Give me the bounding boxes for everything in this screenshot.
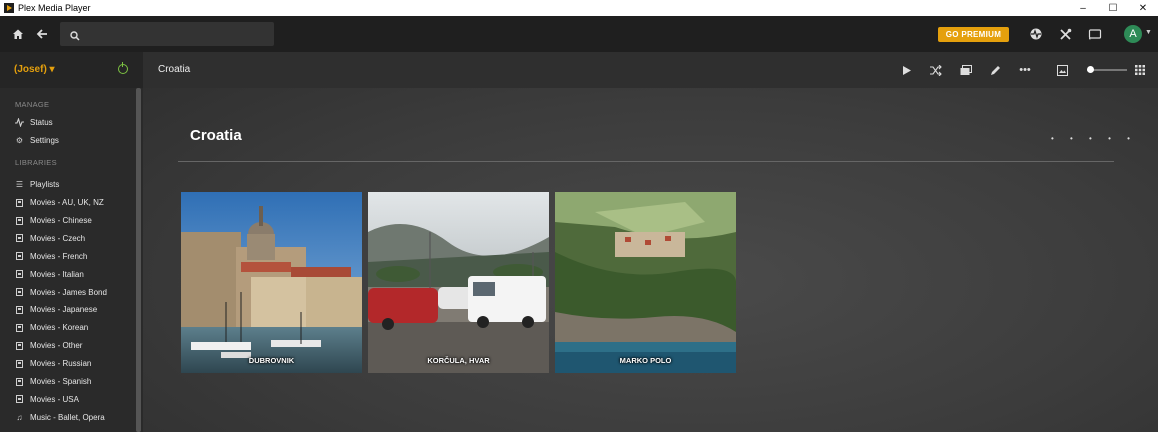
- breadcrumb: Croatia: [158, 64, 191, 75]
- album-label: KORČULA, HVAR: [427, 356, 490, 365]
- sidebar-item-settings[interactable]: ⚙ Settings: [0, 132, 143, 150]
- page-title: Croatia: [190, 127, 242, 144]
- sidebar-item-movies-french[interactable]: Movies - French: [0, 247, 143, 265]
- music-icon: ♫: [16, 412, 23, 422]
- plex-app-icon: [4, 3, 14, 13]
- back-arrow-icon[interactable]: [32, 24, 52, 44]
- sidebar-item-label: Movies - James Bond: [30, 287, 107, 297]
- sidebar-item-movies-korean[interactable]: Movies - Korean: [0, 319, 143, 337]
- film-icon: [15, 288, 24, 297]
- go-premium-button[interactable]: GO PREMIUM: [938, 27, 1009, 42]
- film-icon: [15, 270, 24, 279]
- sidebar-item-music-ballet-opera[interactable]: ♫ Music - Ballet, Opera: [0, 408, 143, 426]
- image-view-icon[interactable]: [1055, 63, 1069, 77]
- sidebar-item-label: Playlists: [30, 180, 60, 190]
- sidebar-item-label: Movies - Japanese: [30, 305, 98, 315]
- minimize-button[interactable]: –: [1068, 0, 1098, 16]
- film-icon: [15, 252, 24, 261]
- sidebar-item-movies-italian[interactable]: Movies - Italian: [0, 265, 143, 283]
- thumbnail-size-slider[interactable]: [1087, 66, 1127, 73]
- film-icon: [15, 359, 24, 368]
- sidebar-item-status[interactable]: Status: [0, 114, 143, 132]
- album-label: DUBROVNIK: [248, 356, 295, 365]
- main-content: Croatia ••• Croatia • • • • • DUBROVNIK …: [143, 52, 1158, 432]
- sidebar-header: (Josef) ▾: [0, 52, 143, 88]
- maximize-button[interactable]: ☐: [1098, 0, 1128, 16]
- sidebar-item-label: Music - Ballet, Opera: [30, 412, 105, 422]
- window-title: Plex Media Player: [18, 3, 91, 13]
- sidebar-item-movies-spanish[interactable]: Movies - Spanish: [0, 373, 143, 391]
- sidebar: (Josef) ▾ MANAGE Status ⚙ Settings LIBRA…: [0, 52, 143, 432]
- top-navigation-bar: GO PREMIUM A ▼: [0, 16, 1158, 52]
- sidebar-item-label: Movies - USA: [30, 394, 79, 404]
- sidebar-item-label: Movies - Korean: [30, 323, 89, 333]
- slideshow-icon[interactable]: [959, 63, 973, 77]
- sidebar-item-movies-russian[interactable]: Movies - Russian: [0, 355, 143, 373]
- list-icon: ☰: [15, 180, 24, 190]
- sidebar-item-movies-usa[interactable]: Movies - USA: [0, 390, 143, 408]
- sidebar-item-movies-james-bond[interactable]: Movies - James Bond: [0, 283, 143, 301]
- film-icon: [15, 234, 24, 243]
- sidebar-item-label: Movies - French: [30, 251, 88, 261]
- sidebar-item-label: Movies - Chinese: [30, 216, 92, 225]
- sidebar-item-label: Movies - AU, UK, NZ: [30, 198, 104, 208]
- album-card-marko-polo[interactable]: MARKO POLO: [555, 192, 736, 373]
- close-button[interactable]: ✕: [1128, 0, 1158, 16]
- sidebar-item-label: Movies - Spanish: [30, 377, 92, 387]
- content-header: Croatia •••: [143, 52, 1158, 88]
- shuffle-icon[interactable]: [929, 63, 943, 77]
- grid-view-icon[interactable]: [1133, 63, 1147, 77]
- title-divider: [178, 161, 1114, 162]
- film-icon: [15, 198, 24, 207]
- sidebar-item-movies-au-uk-nz[interactable]: Movies - AU, UK, NZ: [0, 194, 143, 212]
- power-icon[interactable]: [118, 62, 128, 74]
- album-thumbnail: [181, 192, 362, 373]
- sidebar-item-label: Movies - Czech: [30, 233, 86, 243]
- pagination-dots[interactable]: • • • • •: [1051, 134, 1137, 143]
- search-input[interactable]: [60, 22, 274, 46]
- album-thumbnail: [555, 192, 736, 373]
- more-options-icon[interactable]: •••: [1018, 63, 1032, 77]
- film-icon: [15, 323, 24, 332]
- slider-knob[interactable]: [1087, 66, 1094, 73]
- sidebar-item-label: Movies - Other: [30, 341, 83, 351]
- album-label: MARKO POLO: [619, 356, 672, 365]
- gear-icon: ⚙: [15, 136, 24, 146]
- sidebar-item-movies-chinese[interactable]: Movies - Chinese: [0, 212, 143, 230]
- sidebar-item-movies-japanese[interactable]: Movies - Japanese: [0, 301, 143, 319]
- sidebar-item-movies-other[interactable]: Movies - Other: [0, 337, 143, 355]
- cast-icon[interactable]: [1085, 24, 1105, 44]
- film-icon: [15, 341, 24, 350]
- album-thumbnail: [368, 192, 549, 373]
- window-titlebar: Plex Media Player – ☐ ✕: [0, 0, 1158, 16]
- edit-pencil-icon[interactable]: [988, 63, 1002, 77]
- home-icon[interactable]: [8, 24, 28, 44]
- settings-tools-icon[interactable]: [1055, 24, 1075, 44]
- activity-icon: [15, 118, 24, 128]
- user-avatar[interactable]: A: [1124, 25, 1142, 43]
- film-icon: [15, 305, 24, 314]
- sidebar-scrollbar[interactable]: [136, 88, 141, 432]
- search-icon: [70, 28, 80, 46]
- album-card-korcula-hvar[interactable]: KORČULA, HVAR: [368, 192, 549, 373]
- film-icon: [15, 216, 24, 225]
- play-icon[interactable]: [899, 63, 913, 77]
- film-icon: [15, 377, 24, 386]
- sidebar-item-playlists[interactable]: ☰ Playlists: [0, 176, 143, 194]
- album-card-dubrovnik[interactable]: DUBROVNIK: [181, 192, 362, 373]
- sidebar-item-movies-czech[interactable]: Movies - Czech: [0, 229, 143, 247]
- sidebar-item-label: Status: [30, 118, 53, 128]
- sidebar-item-label: Settings: [30, 136, 59, 146]
- libraries-section-header: LIBRARIES: [15, 157, 57, 167]
- activity-icon[interactable]: [1026, 24, 1046, 44]
- avatar-dropdown-caret-icon[interactable]: ▼: [1145, 29, 1152, 36]
- film-icon: [15, 395, 24, 404]
- manage-section-header: MANAGE: [15, 100, 50, 109]
- user-switcher[interactable]: (Josef) ▾: [14, 64, 55, 75]
- sidebar-item-label: Movies - Italian: [30, 269, 84, 279]
- sidebar-item-label: Movies - Russian: [30, 359, 92, 369]
